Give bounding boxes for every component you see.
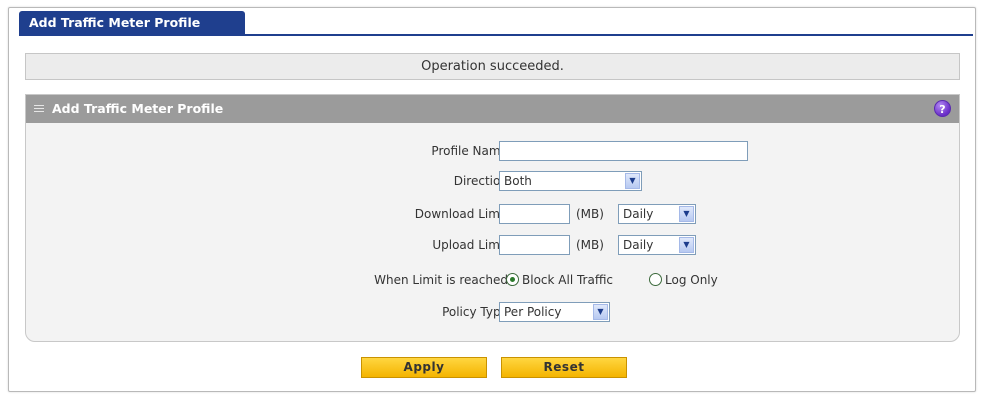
status-message: Operation succeeded. [25,53,960,80]
download-limit-label: Download Limit: [414,207,512,221]
add-profile-panel: Add Traffic Meter Profile ? Profile Name… [25,94,960,342]
log-only-label[interactable]: Log Only [665,269,718,291]
policy-type-row: Policy Type: Per Policy ▼ [26,301,959,323]
panel-header: Add Traffic Meter Profile ? [26,95,959,123]
limit-reached-label: When Limit is reached: [374,273,512,287]
log-only-radio[interactable] [649,273,662,286]
upload-period-select[interactable]: Daily ▼ [618,235,696,255]
chevron-down-icon[interactable]: ▼ [593,304,608,320]
limit-reached-row: When Limit is reached: Block All Traffic… [26,269,959,291]
chevron-down-icon[interactable]: ▼ [625,173,640,189]
upload-limit-unit: (MB) [576,238,604,252]
download-limit-row: Download Limit: (MB) Daily ▼ [26,203,959,225]
download-period-select[interactable]: Daily ▼ [618,204,696,224]
block-all-traffic-label[interactable]: Block All Traffic [522,269,613,291]
direction-row: Direction: Both ▼ [26,170,959,192]
tab-add-traffic-meter-profile[interactable]: Add Traffic Meter Profile [19,11,245,35]
panel-title: Add Traffic Meter Profile [52,101,224,116]
chevron-down-icon[interactable]: ▼ [679,206,694,222]
profile-name-row: Profile Name: [26,140,959,162]
policy-type-value: Per Policy [504,305,562,319]
upload-limit-input[interactable] [499,235,570,255]
upload-limit-row: Upload Limit: (MB) Daily ▼ [26,234,959,256]
download-limit-unit: (MB) [576,207,604,221]
direction-select[interactable]: Both ▼ [499,171,642,191]
grip-icon [34,105,44,114]
download-limit-input[interactable] [499,204,570,224]
apply-button[interactable]: Apply [361,357,487,378]
direction-value: Both [504,174,532,188]
block-all-traffic-radio[interactable] [506,273,519,286]
policy-type-select[interactable]: Per Policy ▼ [499,302,610,322]
chevron-down-icon[interactable]: ▼ [679,237,694,253]
download-period-value: Daily [623,207,654,221]
help-icon[interactable]: ? [934,100,951,117]
upload-period-value: Daily [623,238,654,252]
profile-name-input[interactable] [499,141,748,161]
tab-underline [19,34,973,36]
reset-button[interactable]: Reset [501,357,627,378]
